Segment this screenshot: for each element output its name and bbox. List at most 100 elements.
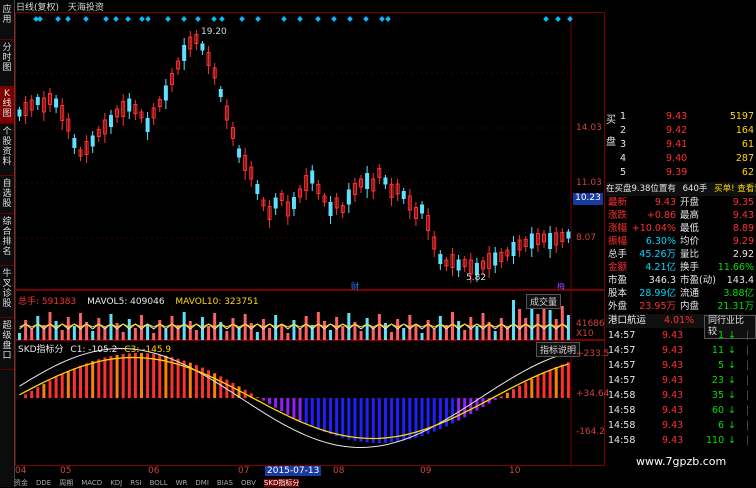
candle-body — [383, 177, 388, 185]
quote-key: 量比 — [680, 249, 700, 260]
quote-panel: 买盘 1 9.43 5197 2 9.42 164 3 9.41 61 4 9.40 287 5 9.39… — [606, 110, 756, 487]
nav-app[interactable]: 应用 — [0, 2, 14, 40]
bottom-tab[interactable]: BIAS — [217, 479, 233, 487]
orderbook-row[interactable]: 5 9.39 62 — [606, 166, 756, 180]
bottom-tab[interactable]: BOLL — [150, 479, 168, 487]
volume-bar — [249, 323, 253, 341]
bottom-tab[interactable]: DMI — [195, 479, 209, 487]
indicator-bar — [255, 397, 259, 398]
volume-tab[interactable]: 成交量 — [526, 294, 562, 309]
quote-value: 3.88亿 — [723, 288, 754, 299]
quote-key: 最低 — [680, 223, 700, 234]
orderbook-row[interactable]: 3 9.41 61 — [606, 138, 756, 152]
bid-price: 9.40 — [666, 153, 688, 164]
indicator-bar — [524, 382, 528, 398]
bottom-tab[interactable]: KDJ — [110, 479, 122, 487]
orderbook-row[interactable]: 4 9.40 287 — [606, 152, 756, 166]
sector-row[interactable]: 港口航运 4.01% 同行业比较 — [606, 314, 756, 339]
indicator-bar — [207, 370, 211, 398]
nav-level2[interactable]: 超级盘口 — [0, 318, 14, 370]
volume-bar — [170, 316, 174, 341]
bid-level: 2 — [620, 125, 627, 136]
nav-watchlist[interactable]: 自选股 — [0, 176, 14, 214]
vol-mavol10: MAVOL10: 323751 — [175, 297, 259, 307]
indicator-bar — [316, 398, 320, 430]
down-arrow-icon: ↓ — [728, 405, 736, 416]
orderbook-row[interactable]: 2 9.42 164 — [606, 124, 756, 138]
bid-level: 1 — [620, 111, 627, 122]
indicator-bar — [451, 398, 455, 424]
indicator-help-button[interactable]: 指标说明 — [536, 342, 581, 357]
volume-bar — [377, 314, 381, 341]
volume-panel[interactable]: 总手: 591383 MAVOL5: 409046 MAVOL10: 32375… — [15, 290, 605, 341]
down-arrow-icon: ↓ — [728, 420, 736, 431]
volume-bar — [499, 318, 503, 341]
signal-dot — [113, 16, 119, 22]
axis-price-1: 14.03 — [576, 123, 602, 133]
quote-value: 45.26万 — [639, 249, 676, 260]
candle-body — [182, 45, 187, 61]
signal-dot — [239, 16, 245, 22]
price-panel[interactable]: 19.20 5.82 14.03 11.03 8.07 10.23 财 梅 — [15, 12, 605, 291]
nav-app-label: 应用 — [2, 5, 12, 25]
quote-value: +0.86 — [646, 210, 676, 221]
note-right[interactable]: 买单! 查看详细 — [714, 184, 756, 194]
indicator-bar — [133, 353, 137, 398]
indicator-panel[interactable]: SKD指标分 C1: -105.2 C3: -145.9 指标说明 +233.5… — [15, 340, 609, 467]
nav-profile[interactable]: 个股资料 — [0, 124, 14, 176]
nav-kline[interactable]: K线图 — [0, 86, 14, 124]
candle-body — [401, 191, 406, 199]
nav-diagnosis[interactable]: 牛叉诊股 — [0, 266, 14, 318]
bottom-tab[interactable]: MACD — [81, 479, 102, 487]
nav-diagnosis-label: 牛叉诊股 — [2, 269, 12, 309]
big-order-note[interactable]: 在买盘9.38位置有 640手 买单! 查看详细 — [606, 182, 756, 196]
orderbook-row[interactable]: 1 9.43 5197 — [606, 110, 756, 124]
volume-bar — [243, 314, 247, 341]
nav-ranking[interactable]: 综合排名 — [0, 214, 14, 266]
quote-key: 均价 — [680, 236, 700, 247]
signal-dot — [195, 16, 201, 22]
quote-value: 9.43 — [732, 210, 754, 221]
signal-dot — [385, 16, 391, 22]
sector-name: 港口航运 — [608, 315, 647, 326]
bottom-tab[interactable]: 资金 — [14, 479, 28, 487]
volume-bar — [115, 323, 119, 341]
indicator-bar — [371, 398, 375, 443]
candle-body — [328, 202, 333, 216]
down-arrow-icon: ↓ — [728, 345, 736, 356]
indicator-bar — [219, 376, 223, 398]
bottom-tab[interactable]: SKD指标分 — [263, 479, 300, 487]
quote-value: 9.29 — [732, 236, 754, 247]
volume-bar — [188, 321, 192, 341]
candle-body — [548, 233, 553, 249]
quote-key: 股本 — [608, 288, 628, 299]
volume-bar — [36, 316, 40, 341]
bottom-tab[interactable]: DDE — [36, 479, 51, 487]
quote-value: 346.3 — [648, 275, 676, 286]
signal-dot — [543, 16, 549, 22]
candle-body — [273, 197, 278, 209]
indicator-bar — [298, 398, 302, 422]
bottom-tab[interactable]: WR — [176, 479, 188, 487]
bid-level: 3 — [620, 139, 627, 150]
tick-volume: 5 — [717, 360, 724, 371]
volume-bar — [231, 318, 235, 341]
volume-bar — [158, 320, 162, 341]
bottom-tab[interactable]: OBV — [241, 479, 256, 487]
tick-time: 14:58 — [608, 420, 636, 431]
tick-bar-icon: | — [746, 330, 750, 341]
indicator-bar — [499, 396, 503, 398]
bottom-tab[interactable]: 周期 — [59, 479, 73, 487]
volume-bar — [518, 309, 522, 341]
quote-key: 流通 — [680, 288, 700, 299]
down-arrow-icon: ↓ — [728, 375, 736, 386]
month-08: 08 — [333, 466, 345, 476]
signal-dot — [567, 16, 573, 22]
nav-intraday[interactable]: 分时图 — [0, 40, 14, 88]
month-10: 10 — [509, 466, 521, 476]
quote-key: 最高 — [680, 210, 700, 221]
indicator-bar — [383, 398, 387, 443]
volume-bar — [524, 318, 528, 341]
bottom-tab[interactable]: RSI — [130, 479, 141, 487]
indicator-bar — [353, 398, 357, 441]
